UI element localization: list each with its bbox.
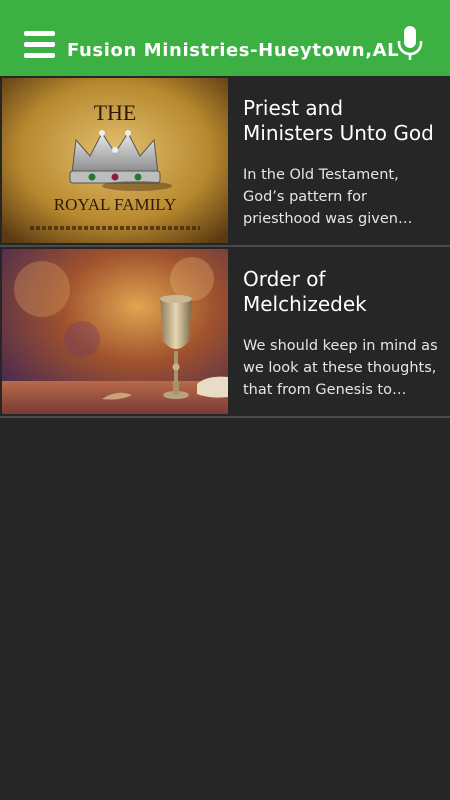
- image-caption-bottom: ROYAL FAMILY: [54, 195, 177, 214]
- article-excerpt: In the Old Testament, God’s pattern for …: [243, 167, 399, 227]
- list-item[interactable]: THE ROYAL FAMILY Priest and Ministers Un…: [0, 76, 450, 247]
- microphone-icon[interactable]: [397, 26, 423, 62]
- app-bar: Fusion Ministries-Hueytown,AL: [0, 0, 450, 76]
- page-title: Fusion Ministries-Hueytown,AL: [67, 40, 400, 61]
- article-title[interactable]: Order of Melchizedek: [243, 267, 438, 317]
- article-excerpt: We should keep in mind as we look at the…: [243, 338, 438, 398]
- hamburger-menu-icon[interactable]: [24, 31, 56, 59]
- list-item[interactable]: Order of Melchizedek We should keep in m…: [0, 247, 450, 418]
- article-thumbnail[interactable]: THE ROYAL FAMILY: [2, 78, 228, 243]
- image-caption-top: THE: [94, 100, 137, 125]
- article-title[interactable]: Priest and Ministers Unto God: [243, 96, 438, 146]
- article-list: THE ROYAL FAMILY Priest and Ministers Un…: [0, 76, 450, 418]
- article-thumbnail[interactable]: [2, 249, 228, 414]
